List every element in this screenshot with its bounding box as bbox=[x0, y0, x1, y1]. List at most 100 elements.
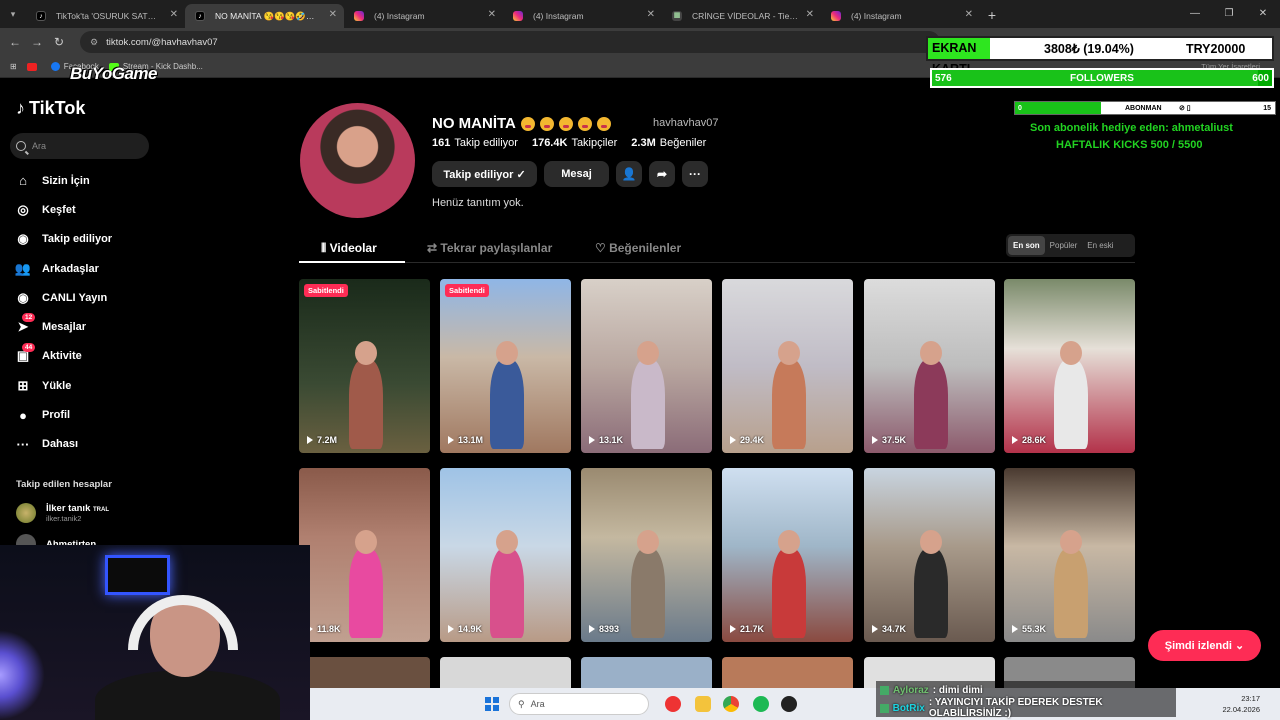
new-tab-button[interactable]: + bbox=[980, 7, 1004, 23]
sort-option[interactable]: En son bbox=[1008, 236, 1045, 255]
close-tab-icon[interactable]: ✕ bbox=[170, 9, 178, 20]
close-window-button[interactable]: ✕ bbox=[1246, 0, 1280, 28]
profile-avatar[interactable] bbox=[300, 103, 415, 218]
back-arrow-icon[interactable]: ← bbox=[4, 35, 26, 49]
person-head bbox=[778, 530, 800, 554]
person-figure bbox=[349, 548, 383, 638]
tab-videos[interactable]: ⦀ Videolar bbox=[321, 241, 377, 256]
sidebar-item[interactable]: ➤ 12 Mesajlar bbox=[14, 312, 164, 341]
person-head bbox=[920, 341, 942, 365]
reload-icon[interactable]: ↻ bbox=[48, 35, 70, 49]
close-tab-icon[interactable]: ✕ bbox=[806, 9, 814, 20]
video-thumbnail[interactable]: 13.1K bbox=[581, 279, 712, 453]
share-icon[interactable]: ➦ bbox=[649, 161, 675, 187]
browser-tab[interactable]: ♪ TikTok'ta 'OSURUK SATMA' bul ✕ bbox=[26, 4, 185, 28]
apps-grid-icon[interactable]: ⊞ bbox=[10, 62, 17, 71]
channel-logo: BuYoGame bbox=[70, 64, 158, 83]
close-tab-icon[interactable]: ✕ bbox=[965, 9, 973, 20]
view-count-text: 7.2M bbox=[317, 435, 338, 445]
view-count: 37.5K bbox=[872, 435, 906, 445]
system-clock[interactable]: 23:17 22.04.2026 bbox=[1222, 693, 1260, 715]
close-tab-icon[interactable]: ✕ bbox=[329, 9, 337, 20]
sidebar-item[interactable]: ● Profil bbox=[14, 400, 164, 429]
sidebar-item-label: CANLI Yayın bbox=[42, 291, 108, 304]
browser-tab[interactable]: ▦ CRİNGE VİDEOLAR - Tier List, K ✕ bbox=[662, 4, 821, 28]
sort-option[interactable]: En eski bbox=[1082, 236, 1118, 255]
person-figure bbox=[631, 359, 665, 449]
subscriber-goal-bar: 0 ABONMAN ⊘ ▯ 15 bbox=[1014, 101, 1276, 115]
video-thumbnail[interactable]: Sabitlendi 7.2M bbox=[299, 279, 430, 453]
browser-tab[interactable]: (4) Instagram ✕ bbox=[503, 4, 662, 28]
video-thumbnail[interactable]: 28.6K bbox=[1004, 279, 1135, 453]
sidebar-item[interactable]: ▣ 44 Aktivite bbox=[14, 342, 164, 371]
bookmark-youtube[interactable] bbox=[26, 62, 41, 71]
minimize-button[interactable]: — bbox=[1178, 0, 1212, 28]
video-thumbnail[interactable]: 34.7K bbox=[864, 468, 995, 642]
media-app-icon[interactable] bbox=[665, 696, 681, 712]
sort-option[interactable]: Popüler bbox=[1045, 236, 1083, 255]
sidebar-item[interactable]: ◉ CANLI Yayın bbox=[14, 283, 164, 312]
message-button[interactable]: Mesaj bbox=[544, 161, 609, 187]
close-tab-icon[interactable]: ✕ bbox=[488, 9, 496, 20]
taskbar-search-input[interactable]: ⚲ Ara bbox=[509, 693, 649, 715]
video-thumbnail[interactable]: 29.4K bbox=[722, 279, 853, 453]
sidebar-item[interactable]: 👥 Arkadaşlar bbox=[14, 254, 164, 283]
browser-tab[interactable]: (4) Instagram ✕ bbox=[821, 4, 980, 28]
video-thumbnail[interactable]: 14.9K bbox=[440, 468, 571, 642]
sidebar-item[interactable]: ⌂ Sizin İçin bbox=[14, 166, 164, 195]
maximize-button[interactable]: ❐ bbox=[1212, 0, 1246, 28]
browser-tab[interactable]: (4) Instagram ✕ bbox=[344, 4, 503, 28]
forward-arrow-icon[interactable]: → bbox=[26, 35, 48, 49]
video-thumbnail[interactable]: 21.7K bbox=[722, 468, 853, 642]
instagram-icon bbox=[354, 11, 364, 21]
browser-tab[interactable]: ♪ NO MANİTA 😘😘😘🤣🤣 (@ ✕ bbox=[185, 4, 344, 28]
video-thumbnail[interactable]: 37.5K bbox=[864, 279, 995, 453]
close-tab-icon[interactable]: ✕ bbox=[647, 9, 655, 20]
tab-liked[interactable]: ♡ Beğenilenler bbox=[595, 241, 681, 255]
site-info-icon[interactable]: ⚙ bbox=[90, 37, 98, 48]
tab-reposts[interactable]: ⇄ Tekrar paylaşılanlar bbox=[427, 241, 552, 255]
instagram-icon bbox=[513, 11, 523, 21]
following-icon: ◉ bbox=[17, 231, 29, 247]
view-count-text: 13.1M bbox=[458, 435, 484, 445]
video-thumbnail[interactable]: 55.3K bbox=[1004, 468, 1135, 642]
person-head bbox=[1060, 530, 1082, 554]
profile-stat[interactable]: 2.3M Beğeniler bbox=[631, 137, 706, 149]
sidebar-item-label: Sizin İçin bbox=[42, 174, 90, 187]
taskbar-search-icon: ⚲ bbox=[518, 698, 525, 709]
sidebar-item[interactable]: ◉ Takip ediliyor bbox=[14, 225, 164, 254]
add-friend-icon[interactable]: 👤 bbox=[616, 161, 642, 187]
following-account[interactable]: İlker tanık TRAL ilker.tanik2 bbox=[16, 503, 109, 523]
tiktok-logo[interactable]: ♪ TikTok bbox=[16, 98, 85, 119]
following-button[interactable]: Takip ediliyor ✓ bbox=[432, 161, 537, 187]
screen: ▾ ♪ TikTok'ta 'OSURUK SATMA' bul ✕ ♪ NO MANİ… bbox=[0, 0, 1280, 720]
windows-start-icon[interactable] bbox=[485, 697, 499, 711]
file-explorer-icon[interactable] bbox=[695, 696, 711, 712]
watched-now-button[interactable]: Şimdi izlendi ⌄ bbox=[1148, 630, 1261, 661]
more-options-icon[interactable]: ··· bbox=[682, 161, 708, 187]
sidebar-item[interactable]: ◎ Keşfet bbox=[14, 195, 164, 224]
tiktok-icon: ♪ bbox=[195, 11, 205, 21]
more-icon: ··· bbox=[16, 436, 30, 452]
profile-stat[interactable]: 161 Takip ediliyor bbox=[432, 137, 518, 149]
video-thumbnail[interactable]: 8393 bbox=[581, 468, 712, 642]
chrome-icon[interactable] bbox=[723, 696, 739, 712]
search-input[interactable]: Ara bbox=[10, 133, 149, 159]
tab-search-icon[interactable]: ▾ bbox=[0, 0, 26, 28]
video-thumbnail[interactable]: 11.8K bbox=[299, 468, 430, 642]
person-head bbox=[496, 341, 518, 365]
sidebar-item[interactable]: ··· Dahası bbox=[14, 430, 164, 459]
sidebar-item-label: Mesajlar bbox=[42, 321, 87, 334]
profile-stat[interactable]: 176.4K Takipçiler bbox=[532, 137, 617, 149]
taskbar-search-placeholder: Ara bbox=[530, 699, 545, 709]
spotify-icon[interactable] bbox=[753, 696, 769, 712]
view-count: 14.9K bbox=[448, 624, 482, 634]
person-figure bbox=[631, 548, 665, 638]
url-field[interactable]: ⚙ tiktok.com/@havhavhav07 bbox=[80, 31, 940, 53]
person-figure bbox=[349, 359, 383, 449]
sidebar-item[interactable]: ⊞ Yükle bbox=[14, 371, 164, 400]
video-thumbnail[interactable]: Sabitlendi 13.1M bbox=[440, 279, 571, 453]
tiktok-logo-text: TikTok bbox=[29, 98, 86, 118]
obs-icon[interactable] bbox=[781, 696, 797, 712]
play-icon bbox=[448, 436, 454, 444]
